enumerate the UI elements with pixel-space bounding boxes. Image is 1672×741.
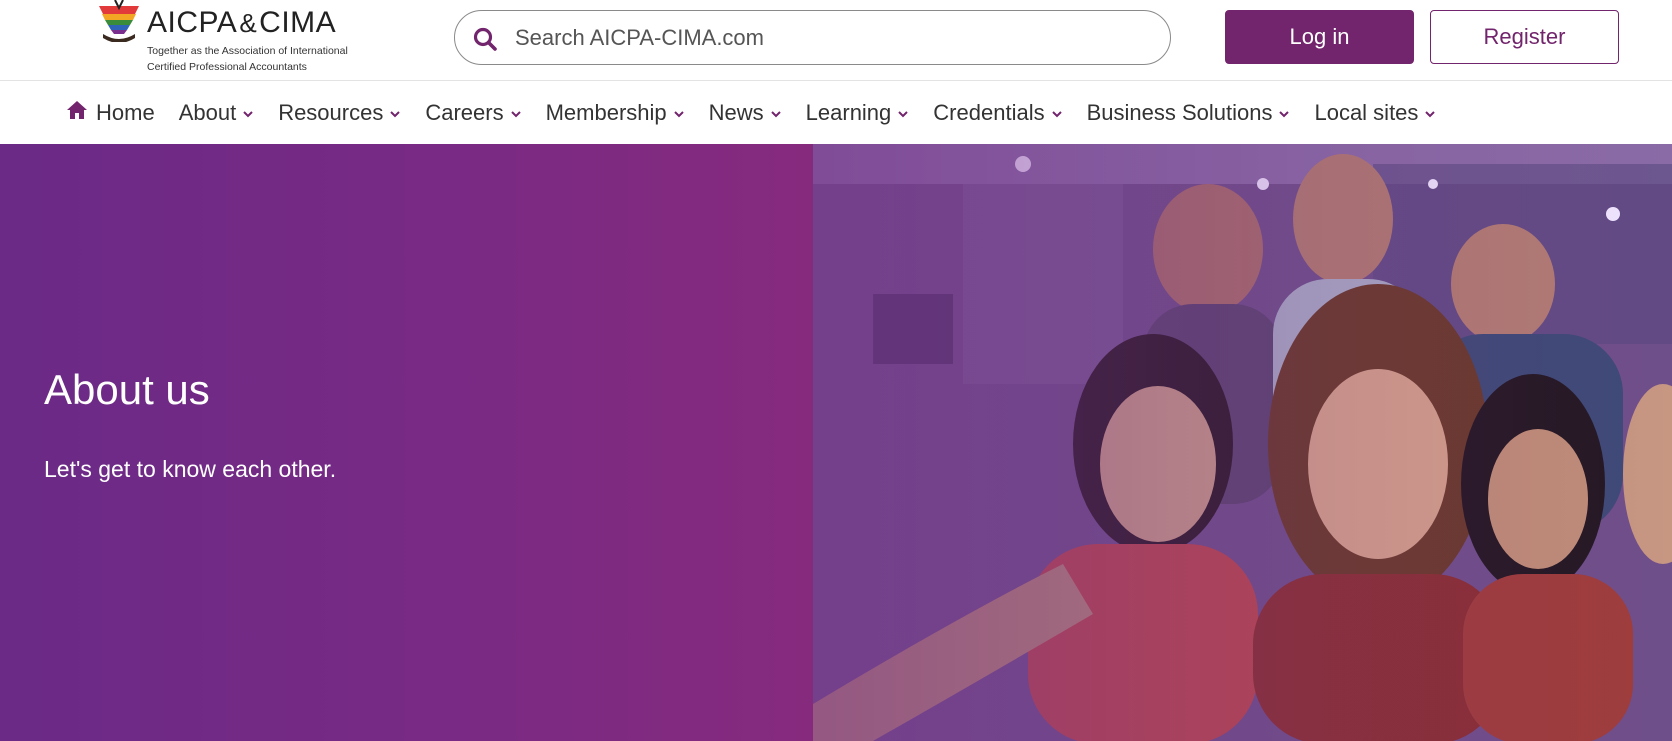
chevron-down-icon <box>243 111 253 118</box>
nav-item-about[interactable]: About <box>179 100 255 126</box>
main-nav: Home About Resources Careers Membership … <box>0 82 1672 144</box>
chevron-down-icon <box>1051 111 1062 118</box>
logo-wordmark-right: CIMA <box>259 6 337 39</box>
nav-item-label: About <box>178 100 237 125</box>
logo-wordmark-left: AICPA <box>147 6 238 39</box>
home-icon <box>67 101 87 119</box>
photo-tint <box>813 144 1672 741</box>
chevron-down-icon <box>770 111 781 118</box>
search-icon[interactable] <box>472 26 498 52</box>
logo-tagline-line1: Together as the Association of Internati… <box>147 45 348 57</box>
nav-item-label: Membership <box>545 100 667 125</box>
chevron-down-icon <box>673 111 684 118</box>
nav-item-credentials[interactable]: Credentials <box>933 100 1062 126</box>
nav-item-label: Business Solutions <box>1086 100 1273 125</box>
logo-tagline: Together as the Association of Internati… <box>147 43 377 75</box>
search-input[interactable] <box>515 11 1155 64</box>
nav-item-careers[interactable]: Careers <box>425 100 521 126</box>
logo-tagline-line2: Certified Professional Accountants <box>147 61 307 73</box>
nav-item-learning[interactable]: Learning <box>806 100 910 126</box>
nav-item-home[interactable]: Home <box>66 100 155 126</box>
register-button[interactable]: Register <box>1430 10 1619 64</box>
chevron-down-icon <box>390 111 401 118</box>
page-title: About us <box>44 366 210 413</box>
logo-mark-icon <box>97 0 141 42</box>
nav-item-label: Learning <box>805 100 892 125</box>
chevron-down-icon <box>1279 111 1290 118</box>
nav-item-label: Resources <box>278 100 384 125</box>
nav-item-membership[interactable]: Membership <box>546 100 685 126</box>
hero-photo <box>813 144 1672 741</box>
hero-banner: About us Let's get to know each other. <box>0 144 1672 741</box>
aicpa-cima-logo[interactable]: AICPA&CIMA Together as the Association o… <box>95 0 365 75</box>
search-box[interactable] <box>454 10 1171 65</box>
logo-wordmark-amp: & <box>239 8 258 38</box>
nav-item-label: News <box>708 100 764 125</box>
nav-item-label: Credentials <box>933 100 1045 125</box>
nav-item-resources[interactable]: Resources <box>278 100 401 126</box>
nav-item-label: Careers <box>425 100 504 125</box>
nav-item-local-sites[interactable]: Local sites <box>1314 100 1436 126</box>
chevron-down-icon <box>1425 111 1436 118</box>
chevron-down-icon <box>510 111 521 118</box>
chevron-down-icon <box>898 111 909 118</box>
logo-wordmark: AICPA&CIMA <box>147 6 336 40</box>
site-header: AICPA&CIMA Together as the Association o… <box>0 0 1672 81</box>
nav-list: Home About Resources Careers Membership … <box>66 82 1460 144</box>
hero-text-panel: About us Let's get to know each other. <box>0 144 813 741</box>
nav-item-news[interactable]: News <box>709 100 782 126</box>
nav-item-label: Home <box>96 100 155 125</box>
nav-item-business-solutions[interactable]: Business Solutions <box>1087 100 1291 126</box>
login-button[interactable]: Log in <box>1225 10 1414 64</box>
nav-item-label: Local sites <box>1314 100 1419 125</box>
hero-subtitle: Let's get to know each other. <box>44 456 337 482</box>
